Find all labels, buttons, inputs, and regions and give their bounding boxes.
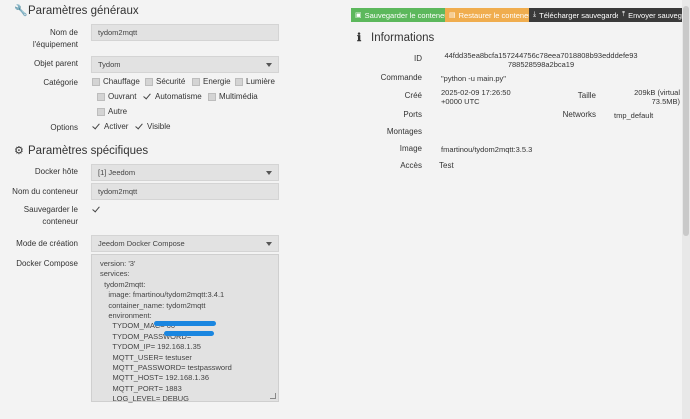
redaction-mark (154, 321, 216, 326)
name-label: Nom de l'équipement (32, 28, 78, 49)
category-securite[interactable]: Sécurité (145, 77, 185, 86)
category-lumiere[interactable]: Lumière (235, 77, 275, 86)
category-chauffage[interactable]: Chauffage (92, 77, 140, 86)
restore-icon: ▤ (449, 12, 456, 19)
gears-icon: ⚙ (14, 145, 24, 157)
command-value: "python -u main.py" (441, 74, 506, 83)
category-energie[interactable]: Energie (192, 77, 231, 86)
check-icon (143, 92, 152, 101)
option-activer[interactable]: Activer (92, 122, 128, 131)
created-value: 2025-02-09 17:26:50 +0000 UTC (441, 88, 511, 106)
equipment-name-input[interactable]: tydom2mqtt (91, 24, 279, 41)
info-section-title: ℹ Informations (357, 32, 435, 44)
option-visible[interactable]: Visible (135, 122, 170, 131)
ports-label: Ports (403, 110, 422, 119)
redaction-mark (164, 331, 214, 336)
mounts-label: Montages (386, 127, 422, 136)
download-icon: ⤓ (533, 11, 537, 18)
save-container-button[interactable]: ▣ Sauvegarder le conteneur (351, 8, 451, 22)
command-label: Commande (380, 73, 422, 82)
restore-container-button[interactable]: ▤ Restaurer le conteneur (445, 8, 535, 22)
category-automatisme[interactable]: Automatisme (143, 92, 202, 101)
chevron-down-icon (266, 170, 272, 175)
category-ouvrant[interactable]: Ouvrant (97, 92, 136, 101)
specific-section-title: ⚙ Paramètres spécifiques (14, 145, 149, 157)
container-name-input[interactable]: tydom2mqtt (91, 183, 279, 200)
docker-compose-textarea[interactable]: version: '3' services: tydom2mqtt: image… (91, 254, 279, 403)
id-label: ID (414, 54, 422, 63)
networks-value: tmp_default (614, 111, 654, 120)
access-label: Accès (400, 161, 422, 170)
save-icon: ▣ (355, 12, 362, 19)
image-value: fmartinou/tydom2mqtt:3.5.3 (441, 145, 533, 154)
parent-object-select[interactable]: Tydom (91, 56, 279, 73)
send-backup-button[interactable]: ⤒Envoyer sauvegarde (618, 8, 682, 22)
scrollbar-thumb[interactable] (683, 6, 689, 236)
info-icon: ℹ (357, 32, 362, 44)
networks-label: Networks (562, 110, 596, 119)
wrench-icon: 🔧 (14, 5, 28, 17)
image-label: Image (399, 144, 422, 153)
save-container-checkbox[interactable] (92, 205, 104, 214)
save-container-label: Sauvegarder le conteneur (23, 205, 78, 226)
creation-mode-select[interactable]: Jeedom Docker Compose (91, 235, 279, 252)
chevron-down-icon (266, 241, 272, 246)
docker-host-select[interactable]: [1] Jeedom (91, 164, 279, 181)
created-label: Créé (404, 91, 422, 100)
category-autre[interactable]: Autre (97, 107, 127, 116)
options-label: Options (50, 123, 78, 132)
category-multimedia[interactable]: Multimédia (208, 92, 258, 101)
check-icon (92, 122, 101, 131)
category-label: Catégorie (43, 78, 78, 87)
check-icon (135, 122, 144, 131)
docker-compose-label: Docker Compose (16, 259, 78, 268)
download-backup-button[interactable]: ⤓ Télécharger sauvegarde (529, 8, 620, 22)
access-value: Test (439, 161, 454, 170)
chevron-down-icon (266, 62, 272, 67)
host-label: Docker hôte (34, 167, 78, 176)
container-name-label: Nom du conteneur (12, 187, 78, 196)
size-value: 209kB (virtual 73.5MB) (634, 88, 680, 106)
resize-handle-icon[interactable] (270, 393, 276, 399)
creation-mode-label: Mode de création (16, 239, 78, 248)
size-label: Taille (577, 91, 596, 100)
container-id: 44fdd35ea8bcfa157244756c78eea7018808b93e… (444, 51, 638, 69)
parent-label: Objet parent (33, 59, 78, 68)
general-section-title: 🔧Paramètres généraux (14, 5, 139, 17)
upload-icon: ⤒ (622, 11, 626, 18)
check-icon (92, 205, 101, 214)
